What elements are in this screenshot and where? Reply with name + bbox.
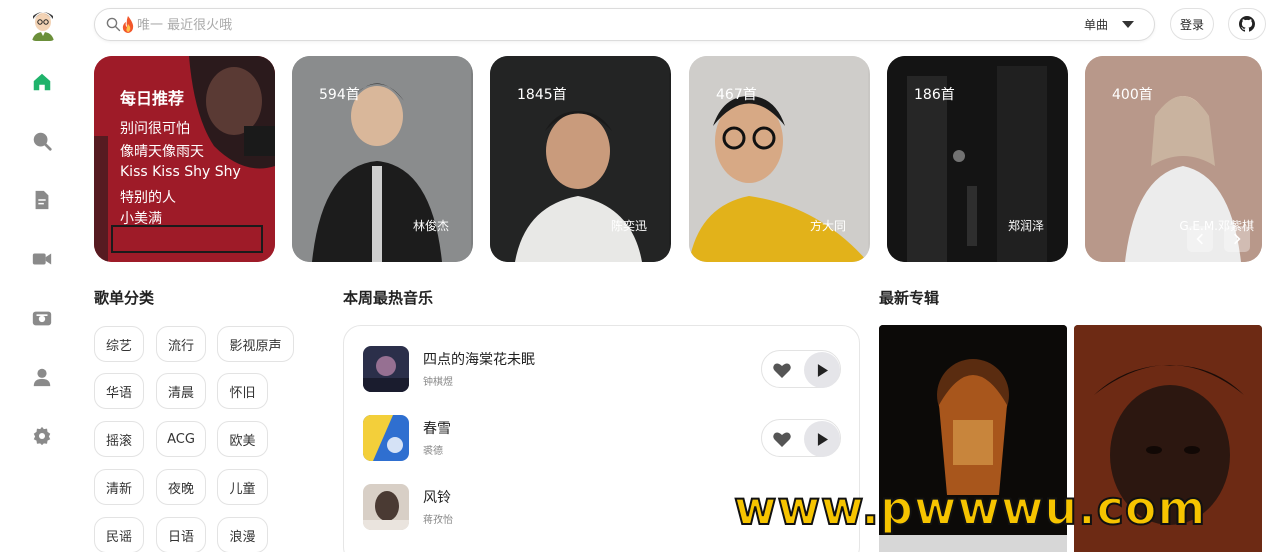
song-actions	[761, 350, 841, 388]
chevron-down-icon	[1122, 21, 1134, 28]
home-icon[interactable]	[28, 68, 56, 96]
weekly-hot-heading: 本周最热音乐	[343, 289, 434, 307]
github-icon	[1239, 16, 1255, 32]
song-title: 风铃	[423, 490, 451, 506]
category-tag[interactable]: 儿童	[217, 469, 268, 505]
song-title: 春雪	[423, 421, 451, 437]
category-tag[interactable]: 清新	[94, 469, 144, 505]
category-tag[interactable]: 华语	[94, 373, 144, 409]
flame-icon	[122, 16, 134, 33]
category-tag[interactable]: 影视原声	[217, 326, 294, 362]
song-cover	[363, 346, 409, 392]
daily-title: 每日推荐	[120, 89, 185, 108]
github-button[interactable]	[1228, 8, 1266, 40]
document-icon[interactable]	[28, 186, 56, 214]
category-tag[interactable]: 综艺	[94, 326, 144, 362]
artist-card[interactable]: 1845首 陈奕迅	[490, 56, 671, 262]
artist-song-count: 186首	[914, 87, 955, 103]
category-tag[interactable]: 日语	[156, 517, 206, 552]
daily-song: 小美满	[120, 211, 162, 227]
search-bar: 单曲	[94, 8, 1155, 41]
song-actions	[761, 419, 841, 457]
carousel-prev-button[interactable]	[1187, 226, 1213, 252]
avatar[interactable]	[30, 7, 56, 41]
category-tag[interactable]: 浪漫	[217, 517, 268, 552]
search-input[interactable]	[137, 15, 1037, 35]
carousel-next-button[interactable]	[1224, 226, 1250, 252]
video-icon[interactable]	[28, 245, 56, 273]
song-artist: 裘德	[423, 446, 443, 457]
artist-name: 陈奕迅	[610, 219, 647, 233]
play-icon	[817, 363, 828, 377]
search-icon[interactable]	[28, 127, 56, 155]
song-cover	[363, 484, 409, 530]
sidebar	[0, 0, 84, 552]
song-cover	[363, 415, 409, 461]
category-tag[interactable]: 民谣	[94, 517, 144, 552]
daily-recommend-card[interactable]: 每日推荐 别问很可怕 像晴天像雨天 Kiss Kiss Shy Shy 特别的人…	[94, 56, 275, 262]
settings-icon[interactable]	[28, 422, 56, 450]
daily-song: 别问很可怕	[120, 121, 190, 137]
artist-name: 郑润泽	[1007, 219, 1044, 233]
artist-song-count: 1845首	[517, 87, 567, 103]
user-icon[interactable]	[28, 363, 56, 391]
category-tag[interactable]: 摇滚	[94, 421, 144, 457]
watermark-text: www.pwwwu.com	[733, 480, 1207, 536]
song-artist: 蒋孜怡	[423, 515, 453, 526]
categories-heading: 歌单分类	[94, 289, 155, 307]
artist-song-count: 467首	[716, 87, 757, 103]
play-button[interactable]	[804, 421, 840, 457]
login-label: 登录	[1179, 17, 1204, 32]
search-type-label: 单曲	[1083, 18, 1108, 32]
category-tag[interactable]: 欧美	[217, 421, 268, 457]
category-tag[interactable]: 怀旧	[217, 373, 268, 409]
category-tag[interactable]: 流行	[156, 326, 206, 362]
song-artist: 钟棋煜	[423, 377, 453, 388]
chevron-left-icon	[1196, 233, 1203, 245]
artist-card[interactable]: 467首 方大同	[689, 56, 870, 262]
heart-icon[interactable]	[772, 429, 792, 449]
play-button[interactable]	[804, 352, 840, 388]
artist-card[interactable]: 186首 郑润泽	[887, 56, 1068, 262]
hot-song-row[interactable]: 春雪 裘德	[363, 415, 843, 461]
daily-song: Kiss Kiss Shy Shy	[120, 164, 241, 180]
hot-song-row[interactable]: 四点的海棠花未眠 钟棋煜	[363, 346, 843, 392]
radio-icon[interactable]	[28, 304, 56, 332]
search-type-select[interactable]: 单曲	[1084, 16, 1134, 33]
artist-name: 林俊杰	[412, 219, 449, 233]
artist-name: 方大同	[809, 219, 846, 233]
new-albums-heading: 最新专辑	[879, 289, 940, 307]
play-icon	[817, 432, 828, 446]
heart-icon[interactable]	[772, 360, 792, 380]
category-tag[interactable]: 清晨	[156, 373, 206, 409]
daily-song: 像晴天像雨天	[120, 144, 204, 160]
daily-song: 特别的人	[120, 190, 176, 206]
chevron-right-icon	[1234, 233, 1241, 245]
song-title: 四点的海棠花未眠	[423, 352, 535, 368]
category-tag[interactable]: 夜晚	[156, 469, 206, 505]
artist-song-count: 400首	[1112, 87, 1153, 103]
artist-card[interactable]: 400首 G.E.M.邓紫棋	[1085, 56, 1262, 262]
category-tag[interactable]: ACG	[156, 421, 206, 457]
search-icon	[106, 17, 121, 32]
app-root: 单曲 登录 每日推荐 别问很可怕 像晴天像雨天 Kiss Kiss Shy Sh…	[0, 0, 1280, 552]
artist-song-count: 594首	[319, 87, 360, 103]
login-button[interactable]: 登录	[1170, 8, 1214, 40]
artist-card[interactable]: 594首 林俊杰	[292, 56, 473, 262]
